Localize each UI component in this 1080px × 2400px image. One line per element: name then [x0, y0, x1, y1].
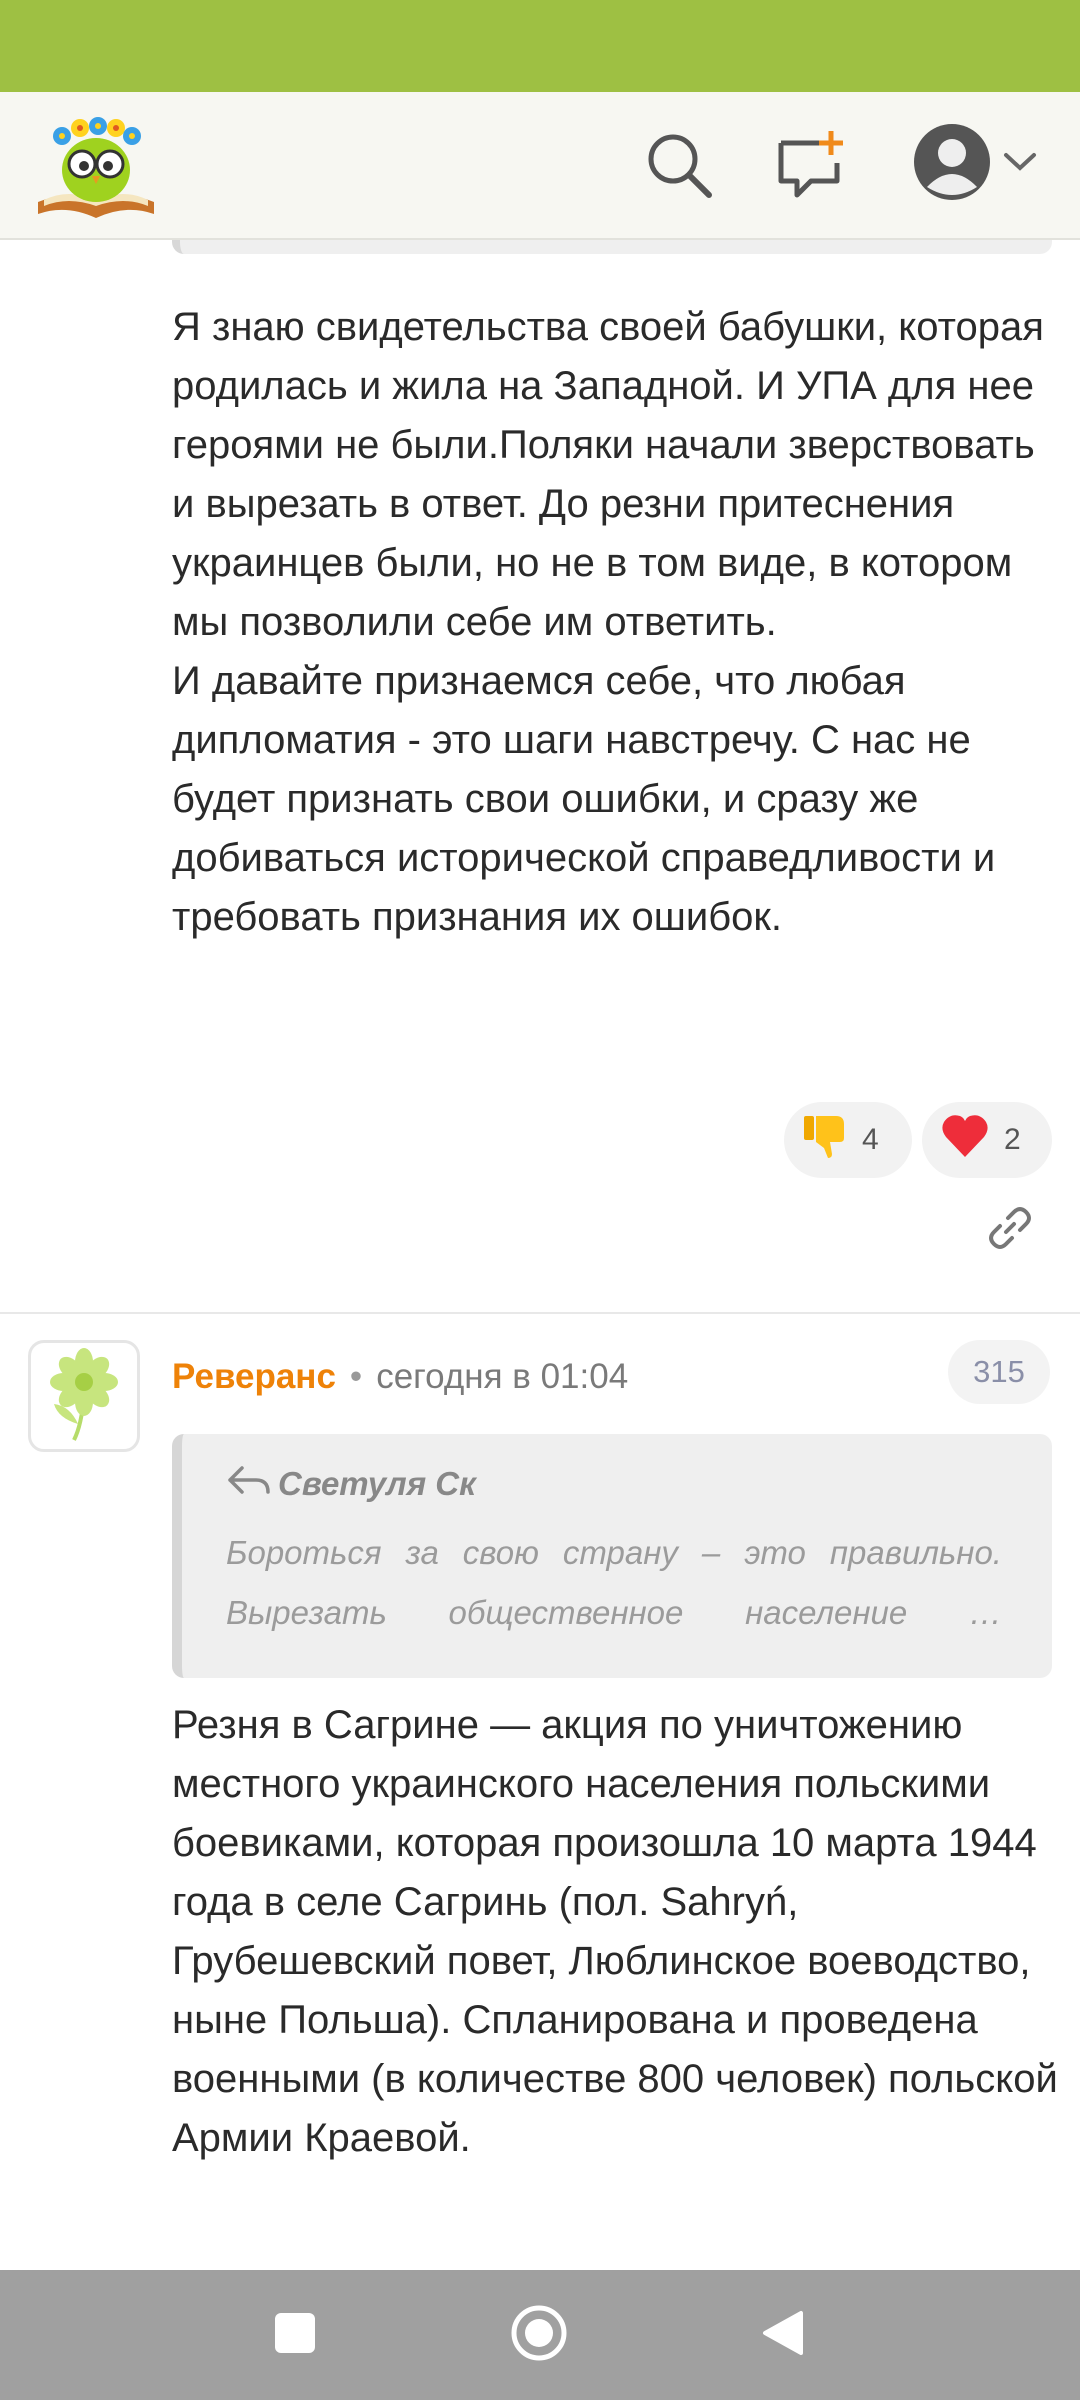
profile-menu-button[interactable]	[894, 114, 1054, 214]
quote-word: свою	[462, 1534, 539, 1571]
recents-button[interactable]	[252, 2292, 338, 2378]
green-flower-avatar-icon	[44, 1344, 124, 1449]
quote-ellipsis: …	[968, 1594, 1002, 1631]
quote-word: Бороться	[226, 1534, 382, 1571]
comment-text: Я знаю свидетельства своей бабушки, кото…	[172, 305, 1044, 939]
link-icon	[986, 1204, 1034, 1257]
chevron-down-icon	[1003, 152, 1037, 177]
search-button[interactable]	[634, 122, 724, 212]
quote-word: –	[701, 1534, 721, 1571]
app-header	[0, 92, 1080, 240]
quote-text-line: Вырезать общественное население …	[226, 1594, 1002, 1632]
comment-text: Резня в Сагрине — акция по уничтожению м…	[172, 1703, 1069, 2160]
new-message-plus-icon	[775, 129, 847, 206]
quote-word: общественное	[448, 1594, 684, 1631]
quote-header: Светуля Ск	[226, 1464, 476, 1503]
comment-author[interactable]: Реверанс	[172, 1357, 336, 1397]
quote-word: Вырезать	[226, 1594, 387, 1631]
comment-number-badge[interactable]: 315	[948, 1340, 1050, 1404]
comment-divider	[0, 1312, 1080, 1314]
comment-link-button[interactable]	[980, 1200, 1040, 1260]
thumbs-down-icon	[802, 1112, 848, 1168]
reaction-dislike[interactable]: 4	[784, 1102, 912, 1178]
meta-separator: •	[349, 1357, 363, 1396]
system-navigation-bar	[0, 2270, 1080, 2400]
comment-meta: Реверанс • сегодня в 01:04	[172, 1352, 628, 1402]
status-bar	[0, 0, 1080, 92]
circle-home-icon	[509, 2303, 569, 2368]
quote-author: Светуля Ск	[278, 1464, 476, 1502]
comments-feed: Я знаю свидетельства своей бабушки, кото…	[0, 240, 1080, 2270]
quote-word: правильно.	[829, 1534, 1002, 1571]
triangle-back-icon	[761, 2309, 805, 2362]
heart-count: 2	[1004, 1123, 1021, 1156]
reaction-heart[interactable]: 2	[922, 1102, 1052, 1178]
reply-arrow-icon	[226, 1464, 272, 1503]
comment-time: сегодня в 01:04	[376, 1357, 629, 1396]
quote-word: это	[744, 1534, 806, 1571]
avatar[interactable]	[28, 1340, 140, 1452]
back-button[interactable]	[740, 2292, 826, 2378]
square-recents-icon	[273, 2311, 317, 2360]
quote-word: страну	[562, 1534, 678, 1571]
user-avatar-icon	[911, 121, 993, 208]
dislike-count: 4	[862, 1123, 879, 1156]
quote-text-line: Бороться за свою страну – это правильно.	[226, 1534, 1002, 1572]
quote-word: население	[745, 1594, 908, 1631]
owl-on-book-logo-icon[interactable]	[32, 106, 160, 224]
home-button[interactable]	[496, 2292, 582, 2378]
new-post-button[interactable]	[766, 122, 856, 212]
quoted-comment[interactable]: Светуля Ск Бороться за свою страну – это…	[172, 1434, 1052, 1678]
quote-word: за	[405, 1534, 439, 1571]
search-icon	[643, 129, 715, 206]
heart-icon	[940, 1113, 990, 1167]
previous-quote-block	[172, 240, 1052, 254]
